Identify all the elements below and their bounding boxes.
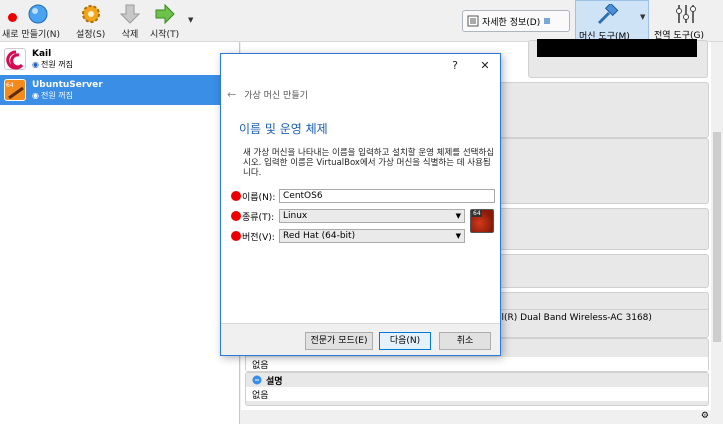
- power-off-icon: ◉: [32, 90, 39, 100]
- red-marker-dot: [231, 231, 241, 241]
- arrow-down-icon: [118, 2, 142, 26]
- machine-tools-dropdown-icon[interactable]: ▼: [640, 13, 645, 21]
- arrow-right-icon: [153, 2, 177, 26]
- version-select[interactable]: Red Hat (64-bit) ▼: [279, 229, 465, 243]
- preview-panel: [528, 39, 708, 78]
- os-type-icon: [470, 209, 494, 233]
- global-tools-button[interactable]: 전역 도구(G): [652, 0, 723, 41]
- discard-button[interactable]: 삭제: [118, 2, 142, 40]
- start-dropdown-icon[interactable]: ▼: [188, 16, 193, 24]
- status-icon: ⚙: [700, 411, 709, 421]
- svg-text:64: 64: [6, 82, 14, 89]
- name-input[interactable]: CentOS6: [279, 189, 495, 203]
- description-panel: 설명 없음: [245, 372, 709, 406]
- details-scrollbar[interactable]: [711, 42, 723, 412]
- version-row: 버전(V):: [231, 229, 286, 243]
- chevron-down-icon: ▼: [455, 212, 461, 220]
- dialog-footer: 전문가 모드(E) 다음(N) 취소: [221, 323, 500, 355]
- power-off-icon: ◉: [32, 59, 39, 69]
- name-row: 이름(N):: [231, 189, 286, 203]
- hammer-icon: [596, 2, 620, 29]
- create-vm-dialog: ? ✕ ← 가상 머신 만들기 이름 및 운영 체제 새 가상 머신을 나타내는…: [220, 53, 501, 356]
- page-heading: 이름 및 운영 체제: [239, 122, 328, 136]
- ubuntu-logo-icon: 64: [4, 79, 26, 101]
- status-bar: ⚙: [241, 410, 723, 424]
- details-icon: [467, 15, 479, 27]
- vm-item-kail[interactable]: Kail ◉ 전원 꺼짐: [0, 44, 240, 74]
- next-button[interactable]: 다음(N): [379, 332, 431, 350]
- main-toolbar: 새로 만들기(N) 설정(S) 삭제 시작(T) ▼ 자세한 정보(D) 머신 …: [0, 0, 723, 42]
- red-marker-dot: [231, 211, 241, 221]
- cancel-button[interactable]: 취소: [439, 332, 491, 350]
- speech-bubble-icon: [252, 375, 262, 385]
- new-button[interactable]: 새로 만들기(N): [2, 2, 60, 40]
- details-menu-icon: [544, 18, 551, 24]
- expert-mode-button[interactable]: 전문가 모드(E): [305, 332, 373, 350]
- tools-icon: [674, 3, 698, 28]
- dialog-titlebar: ? ✕: [440, 54, 500, 78]
- red-marker-dot: [231, 191, 241, 201]
- start-button[interactable]: 시작(T): [150, 2, 179, 40]
- machine-tools-button[interactable]: 머신 도구(M) ▼: [575, 0, 649, 42]
- vm-item-ubuntuserver[interactable]: 64 UbuntuServer ◉ 전원 꺼짐: [0, 75, 240, 105]
- chevron-down-icon: ▼: [455, 232, 461, 240]
- back-arrow-icon[interactable]: ←: [227, 88, 236, 101]
- debian-logo-icon: [4, 48, 26, 70]
- page-description: 새 가상 머신을 나타내는 이름을 입력하고 설치할 운영 체제를 선택하십시오…: [243, 148, 495, 178]
- type-select[interactable]: Linux ▼: [279, 209, 465, 223]
- details-button[interactable]: 자세한 정보(D): [462, 10, 570, 32]
- dialog-back-title: ← 가상 머신 만들기: [227, 88, 308, 101]
- new-vm-icon: [26, 2, 50, 26]
- type-row: 종류(T):: [231, 209, 286, 223]
- close-button[interactable]: ✕: [470, 54, 500, 78]
- help-button[interactable]: ?: [440, 54, 470, 78]
- scrollbar-thumb[interactable]: [713, 132, 721, 342]
- gear-icon: [79, 2, 103, 26]
- settings-button[interactable]: 설정(S): [76, 2, 105, 40]
- preview-screen: [537, 39, 697, 57]
- description-header[interactable]: 설명: [246, 373, 708, 387]
- vm-list: Kail ◉ 전원 꺼짐 64 UbuntuServer ◉ 전원 꺼짐: [0, 42, 240, 424]
